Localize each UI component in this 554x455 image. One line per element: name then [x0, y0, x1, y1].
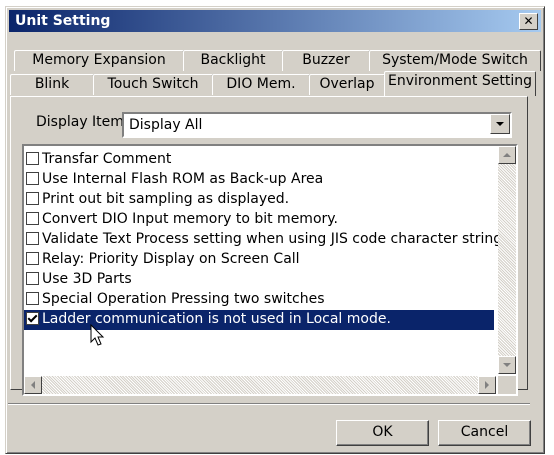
- scrollbar-corner: [498, 376, 516, 394]
- scroll-left-icon[interactable]: [24, 376, 42, 394]
- horizontal-scrollbar[interactable]: [24, 376, 496, 394]
- title-bar[interactable]: Unit Setting ✕: [9, 10, 541, 32]
- list-item-label: Use Internal Flash ROM as Back-up Area: [42, 171, 324, 187]
- tab-overlap[interactable]: Overlap: [309, 74, 385, 95]
- chevron-down-icon[interactable]: [490, 114, 510, 134]
- list-item[interactable]: Validate Text Process setting when using…: [24, 230, 514, 250]
- tab-system-mode-switch[interactable]: System/Mode Switch: [369, 50, 541, 71]
- tab-blink[interactable]: Blink: [10, 74, 94, 95]
- list-item[interactable]: Relay: Priority Display on Screen Call: [24, 250, 300, 270]
- ok-button[interactable]: OK: [336, 420, 429, 446]
- checkbox[interactable]: [26, 151, 39, 165]
- checkbox[interactable]: [26, 251, 39, 265]
- list-item-label: Print out bit sampling as displayed.: [42, 191, 290, 207]
- list-item-label: Validate Text Process setting when using…: [42, 231, 514, 247]
- checkbox[interactable]: [26, 191, 39, 205]
- close-icon[interactable]: ✕: [519, 13, 538, 30]
- list-item[interactable]: Special Operation Pressing two switches: [24, 290, 325, 310]
- list-item[interactable]: Print out bit sampling as displayed.: [24, 190, 289, 210]
- scroll-down-icon[interactable]: [498, 356, 516, 374]
- list-item[interactable]: Transfar Comment: [24, 150, 171, 170]
- list-item[interactable]: Convert DIO Input memory to bit memory.: [24, 210, 338, 230]
- scroll-up-icon[interactable]: [498, 146, 516, 164]
- window-title: Unit Setting: [15, 13, 111, 29]
- divider: [8, 403, 530, 405]
- checkbox[interactable]: [26, 231, 39, 245]
- vertical-scrollbar[interactable]: [498, 146, 516, 374]
- checkbox[interactable]: [26, 211, 39, 225]
- list-item-label: Convert DIO Input memory to bit memory.: [42, 211, 339, 227]
- display-item-value: Display All: [129, 117, 203, 133]
- mouse-cursor-icon: [90, 324, 105, 346]
- tab-buzzer[interactable]: Buzzer: [282, 50, 370, 71]
- list-item[interactable]: Use 3D Parts: [24, 270, 132, 290]
- list-item[interactable]: Use Internal Flash ROM as Back-up Area: [24, 170, 323, 190]
- list-item-label: Special Operation Pressing two switches: [42, 291, 325, 307]
- checkbox[interactable]: [26, 271, 39, 285]
- display-item-label: Display Item: [36, 114, 124, 130]
- tab-environment-setting[interactable]: Environment Setting: [384, 71, 536, 96]
- tab-dio-mem[interactable]: DIO Mem.: [212, 74, 310, 95]
- options-list[interactable]: Transfar Comment Use Internal Flash ROM …: [22, 144, 518, 396]
- tab-touch-switch[interactable]: Touch Switch: [93, 74, 213, 95]
- tab-memory-expansion[interactable]: Memory Expansion: [14, 50, 184, 71]
- checkbox[interactable]: [26, 171, 39, 185]
- display-item-select[interactable]: Display All: [122, 112, 512, 138]
- list-item-label: Relay: Priority Display on Screen Call: [42, 251, 300, 267]
- scroll-right-icon[interactable]: [478, 376, 496, 394]
- list-item-label: Use 3D Parts: [42, 271, 132, 287]
- list-item-label: Transfar Comment: [42, 151, 172, 167]
- checkbox-checked[interactable]: [26, 311, 39, 325]
- checkbox[interactable]: [26, 291, 39, 305]
- cancel-button[interactable]: Cancel: [438, 420, 531, 446]
- tab-backlight[interactable]: Backlight: [183, 50, 283, 71]
